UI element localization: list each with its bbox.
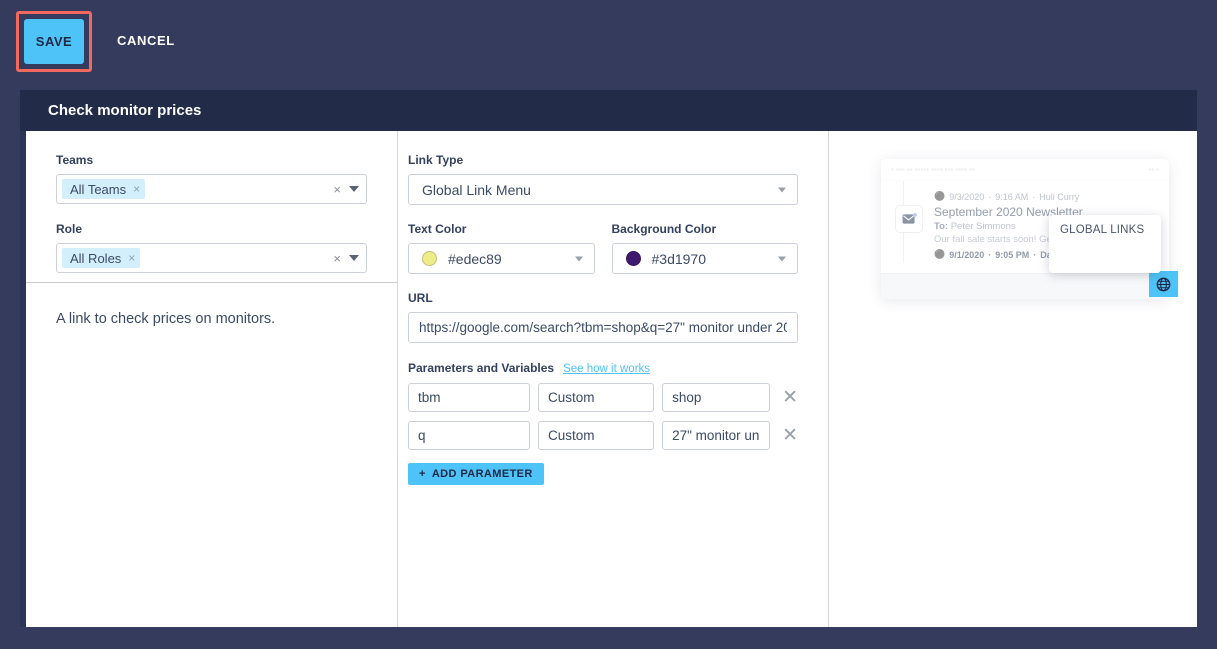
color-row: Text Color #edec89 Background Color #3d1… (408, 222, 798, 291)
preview-footer (881, 273, 1169, 299)
see-how-it-works-link[interactable]: See how it works (563, 363, 650, 375)
url-label: URL (408, 291, 433, 305)
link-description: A link to check prices on monitors. (56, 311, 276, 327)
preview-topbar-right: ▪▪ ▪ (1148, 165, 1159, 174)
link-type-label: Link Type (408, 153, 464, 167)
preview-topbar: ▪ ▪▪▪ ▪▪ ▪▪▪▪▪ ▪▪▪▪ ▪▪▪ ▪▪▪▪ ▪▪ ▪▪ ▪ (881, 159, 1169, 181)
global-links-tooltip-label: GLOBAL LINKS (1060, 224, 1145, 236)
teams-chip[interactable]: All Teams × (62, 179, 146, 199)
parameter-value-input[interactable] (662, 421, 771, 450)
description-section: A link to check prices on monitors. (26, 283, 397, 627)
parameter-row: Custom ✕ (408, 383, 798, 412)
card-body: Teams All Teams × × Role All Roles × × A… (20, 131, 1197, 627)
background-color-group: Background Color #3d1970 (611, 222, 798, 291)
text-color-group: Text Color #edec89 (408, 222, 595, 291)
teams-clear-icon[interactable]: × (333, 183, 341, 196)
parameters-label: Parameters and Variables (408, 361, 555, 375)
parameter-name-input[interactable] (408, 383, 530, 412)
link-type-select[interactable]: Global Link Menu (408, 174, 798, 205)
preview-time-2: 9:05 PM (995, 249, 1030, 260)
preview-to-label: To: (934, 221, 949, 232)
preview-user-1: Huli Curry (1039, 191, 1080, 202)
text-color-select[interactable]: #edec89 (408, 243, 595, 274)
preview-to-value: Peter Simmons (950, 221, 1016, 232)
role-clear-icon[interactable]: × (333, 252, 341, 265)
text-color-label: Text Color (408, 222, 467, 236)
parameter-type-select[interactable]: Custom (538, 421, 655, 450)
background-color-select[interactable]: #3d1970 (611, 243, 798, 274)
parameters-header: Parameters and Variables See how it work… (408, 361, 798, 375)
remove-parameter-icon[interactable]: ✕ (782, 426, 798, 445)
add-parameter-label: ADD PARAMETER (431, 468, 533, 480)
role-chip-label: All Roles (70, 250, 122, 266)
teams-chip-label: All Teams (70, 181, 127, 197)
person-icon: ⚫ (934, 249, 946, 259)
teams-chip-remove-icon[interactable]: × (133, 183, 140, 195)
link-type-value: Global Link Menu (422, 181, 531, 198)
chevron-down-icon (778, 187, 786, 192)
background-color-value: #3d1970 (651, 250, 707, 267)
plus-icon: + (419, 468, 426, 480)
teams-multiselect[interactable]: All Teams × × (56, 174, 367, 204)
left-panel: Teams All Teams × × Role All Roles × × A… (26, 131, 398, 627)
preview-topbar-left: ▪ ▪▪▪ ▪▪ ▪▪▪▪▪ ▪▪▪▪ ▪▪▪ ▪▪▪▪ ▪▪ (891, 165, 975, 174)
role-chip[interactable]: All Roles × (62, 248, 141, 268)
cancel-button[interactable]: CANCEL (111, 32, 181, 49)
middle-panel: Link Type Global Link Menu Text Color #e… (398, 131, 829, 627)
background-color-label: Background Color (611, 222, 717, 236)
url-input[interactable] (408, 312, 798, 343)
email-icon (895, 205, 923, 233)
parameter-type-value: Custom (548, 390, 595, 405)
audience-section: Teams All Teams × × Role All Roles × × (26, 131, 397, 283)
preview-panel: ▪ ▪▪▪ ▪▪ ▪▪▪▪▪ ▪▪▪▪ ▪▪▪ ▪▪▪▪ ▪▪ ▪▪ ▪ ⚫ 9… (829, 131, 1197, 627)
parameter-row: Custom ✕ (408, 421, 798, 450)
chevron-down-icon[interactable] (349, 255, 359, 261)
chevron-down-icon (778, 256, 786, 261)
teams-actions: × (333, 175, 359, 203)
preview-meta-1: ⚫ 9/3/2020 · 9:16 AM · Huli Curry (934, 191, 1080, 202)
editor-card: Check monitor prices Teams All Teams × × (20, 90, 1197, 627)
globe-icon (1156, 277, 1171, 291)
preview-date-1: 9/3/2020 (949, 191, 985, 202)
global-links-tooltip: GLOBAL LINKS (1049, 215, 1161, 273)
teams-label: Teams (56, 153, 94, 167)
save-button[interactable]: SAVE (24, 19, 84, 64)
preview-date-2: 9/1/2020 (949, 249, 985, 260)
parameter-name-input[interactable] (408, 421, 530, 450)
remove-parameter-icon[interactable]: ✕ (782, 388, 798, 407)
parameter-value-input[interactable] (662, 383, 771, 412)
global-links-button[interactable] (1149, 271, 1178, 297)
role-label: Role (56, 222, 83, 236)
parameter-type-select[interactable]: Custom (538, 383, 655, 412)
role-chip-remove-icon[interactable]: × (128, 252, 135, 264)
role-multiselect[interactable]: All Roles × × (56, 243, 367, 273)
preview-time-1: 9:16 AM (995, 191, 1029, 202)
page-title: Check monitor prices (48, 102, 202, 119)
save-button-highlight: SAVE (16, 11, 92, 72)
chevron-down-icon[interactable] (349, 186, 359, 192)
person-icon: ⚫ (934, 191, 946, 201)
chevron-down-icon (574, 256, 583, 261)
text-color-value: #edec89 (448, 250, 502, 267)
parameter-type-value: Custom (548, 428, 595, 443)
envelope-icon (902, 213, 917, 224)
card-header: Check monitor prices (20, 90, 1197, 131)
background-color-swatch (625, 251, 641, 266)
top-toolbar: SAVE CANCEL (0, 0, 1217, 84)
text-color-swatch (422, 251, 437, 266)
add-parameter-button[interactable]: + ADD PARAMETER (408, 463, 544, 485)
role-actions: × (333, 244, 359, 272)
